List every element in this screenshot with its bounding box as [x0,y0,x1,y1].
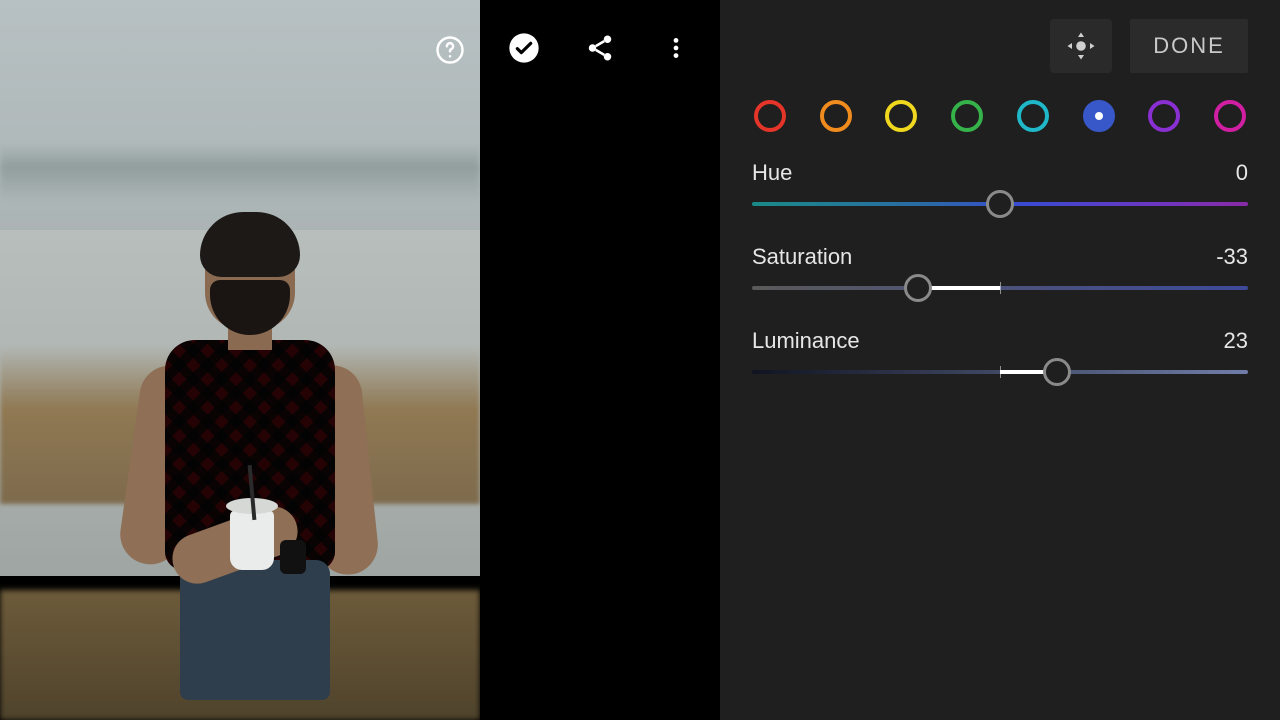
color-swatch-magenta[interactable] [1214,100,1246,132]
hue-slider-track[interactable] [752,202,1248,206]
saturation-value: -33 [1216,244,1248,270]
luminance-label: Luminance [752,328,860,354]
color-swatch-yellow[interactable] [885,100,917,132]
edit-panel: DONE Hue 0 Saturation -33 [720,0,1280,720]
pan-move-icon [1063,28,1099,64]
done-button-label: DONE [1153,33,1225,59]
check-circle-icon [508,32,540,64]
color-swatch-aqua[interactable] [1017,100,1049,132]
confirm-button[interactable] [502,26,546,70]
color-swatch-purple[interactable] [1148,100,1180,132]
color-swatch-red[interactable] [754,100,786,132]
share-button[interactable] [578,26,622,70]
photo-subject [110,220,370,690]
luminance-slider-block: Luminance 23 [752,328,1248,374]
luminance-value: 23 [1224,328,1248,354]
help-button[interactable] [428,28,472,72]
overflow-menu-button[interactable] [654,26,698,70]
hue-value: 0 [1236,160,1248,186]
color-swatch-green[interactable] [951,100,983,132]
color-swatch-orange[interactable] [820,100,852,132]
app-root: DONE Hue 0 Saturation -33 [0,0,1280,720]
help-icon [435,35,465,65]
pan-button[interactable] [1050,19,1112,73]
done-button[interactable]: DONE [1130,19,1248,73]
color-selector-row [752,92,1248,160]
action-bar [480,0,720,720]
saturation-slider-block: Saturation -33 [752,244,1248,290]
saturation-slider-thumb[interactable] [904,274,932,302]
more-vert-icon [663,35,689,61]
color-swatch-blue[interactable] [1083,100,1115,132]
saturation-slider-track[interactable] [752,286,1248,290]
hue-slider-thumb[interactable] [986,190,1014,218]
luminance-slider-thumb[interactable] [1043,358,1071,386]
share-icon [585,33,615,63]
luminance-slider-track[interactable] [752,370,1248,374]
hue-label: Hue [752,160,792,186]
photo-preview[interactable] [0,0,480,720]
preview-pane[interactable] [0,0,480,720]
saturation-label: Saturation [752,244,852,270]
hue-slider-block: Hue 0 [752,160,1248,206]
